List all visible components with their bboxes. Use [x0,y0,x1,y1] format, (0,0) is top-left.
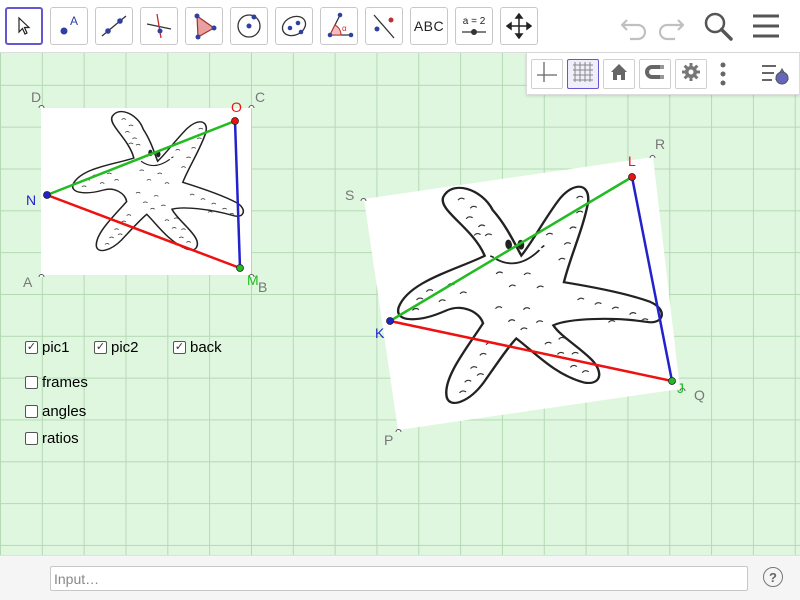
label-K: K [375,325,385,341]
circle-with-center-icon [234,11,264,41]
label-O: O [231,99,242,115]
label-C: C [255,89,265,105]
point-tool-button[interactable]: A [50,7,88,45]
checkbox-pic2[interactable]: ✓ pic2 [94,339,139,356]
axes-toggle-button[interactable] [531,59,563,89]
point-S[interactable] [360,198,367,202]
more-icon[interactable] [720,61,726,92]
reflect-tool-button[interactable] [365,7,403,45]
text-tool-button[interactable]: ABC [410,7,448,45]
ellipse-icon [279,11,309,41]
line-through-points-icon [99,11,129,41]
slider-tool-button[interactable]: a = 2 [455,7,493,45]
label-J: J [677,380,684,396]
point-capturing-button[interactable] [639,59,671,89]
point-R[interactable] [649,155,656,159]
label-S: S [345,187,354,203]
circle-tool-button[interactable] [230,7,268,45]
point-L[interactable] [628,173,636,181]
polygon-icon [189,11,219,41]
style-bar-toggle-icon[interactable] [760,61,792,92]
settings-button[interactable] [675,59,707,89]
redo-icon[interactable] [655,10,687,47]
gear-icon [681,62,701,87]
algebra-input[interactable] [50,566,748,591]
graphics-view[interactable]: D C A B O N M S R P Q L K J ✓ pic1 ✓ pic… [0,53,800,555]
text-icon: ABC [413,18,445,34]
label-N: N [26,192,36,208]
help-icon[interactable]: ? [763,567,783,587]
checkbox-angles-box[interactable] [25,405,38,418]
checkbox-pic1-box[interactable]: ✓ [25,341,38,354]
point-N[interactable] [43,191,51,199]
ellipse-tool-button[interactable] [275,7,313,45]
checkbox-back[interactable]: ✓ back [173,339,222,356]
point-K[interactable] [386,317,394,325]
checkbox-pic1[interactable]: ✓ pic1 [25,339,70,356]
magnet-icon [643,62,667,87]
polygon-tool-button[interactable] [185,7,223,45]
svg-text:A: A [70,14,78,28]
geogebra-app: A α ABC a = 2 D C A B O N M S R P Q L K … [0,0,800,600]
reflect-about-line-icon [369,11,399,41]
checkbox-back-label: back [190,339,222,356]
point-M[interactable] [236,264,244,272]
slider-tool-label: a = 2 [462,15,486,27]
move-graphics-tool-button[interactable] [500,7,538,45]
checkbox-ratios[interactable]: ratios [25,430,79,447]
standard-view-button[interactable] [603,59,635,89]
label-Q: Q [694,387,705,403]
perpendicular-line-icon [144,11,174,41]
point-C[interactable] [248,105,255,109]
pic2-image[interactable] [364,157,680,430]
point-D[interactable] [38,105,45,109]
grid-toggle-button[interactable] [567,59,599,89]
checkbox-ratios-label: ratios [42,430,79,447]
axes-icon [536,61,558,88]
checkbox-pic1-label: pic1 [42,339,70,356]
point-icon: A [54,11,84,41]
perpendicular-tool-button[interactable] [140,7,178,45]
search-icon[interactable] [702,10,734,47]
point-P[interactable] [395,429,402,433]
checkbox-angles-label: angles [42,403,87,420]
angle-icon: α [324,11,354,41]
toolbar: A α ABC a = 2 [0,0,800,53]
svg-text:α: α [342,24,347,33]
checkbox-back-box[interactable]: ✓ [173,341,186,354]
input-bar [0,555,800,600]
label-D: D [31,89,41,105]
home-icon [609,62,629,87]
checkbox-pic2-box[interactable]: ✓ [94,341,107,354]
label-A: A [23,274,33,290]
move-graphics-view-icon [506,13,532,39]
move-tool-button[interactable] [5,7,43,45]
checkbox-frames[interactable]: frames [25,374,88,391]
slider-icon [460,27,488,37]
arrow-cursor-icon [13,15,35,37]
label-L: L [628,153,636,169]
point-A[interactable] [38,274,45,278]
label-M: M [247,272,259,288]
checkbox-frames-box[interactable] [25,376,38,389]
menu-icon[interactable] [750,10,782,47]
undo-icon[interactable] [618,10,650,47]
angle-tool-button[interactable]: α [320,7,358,45]
pic1-image[interactable] [41,108,251,275]
graphics-style-bar [526,53,800,95]
label-B: B [258,279,267,295]
point-J[interactable] [668,377,676,385]
line-tool-button[interactable] [95,7,133,45]
checkbox-angles[interactable]: angles [25,403,86,420]
label-P: P [384,432,393,448]
point-O[interactable] [231,117,239,125]
checkbox-frames-label: frames [42,374,88,391]
checkbox-ratios-box[interactable] [25,432,38,445]
checkbox-pic2-label: pic2 [111,339,139,356]
geometry-scene: D C A B O N M S R P Q L K J [23,89,705,448]
label-R: R [655,136,665,152]
grid-icon [571,61,595,88]
